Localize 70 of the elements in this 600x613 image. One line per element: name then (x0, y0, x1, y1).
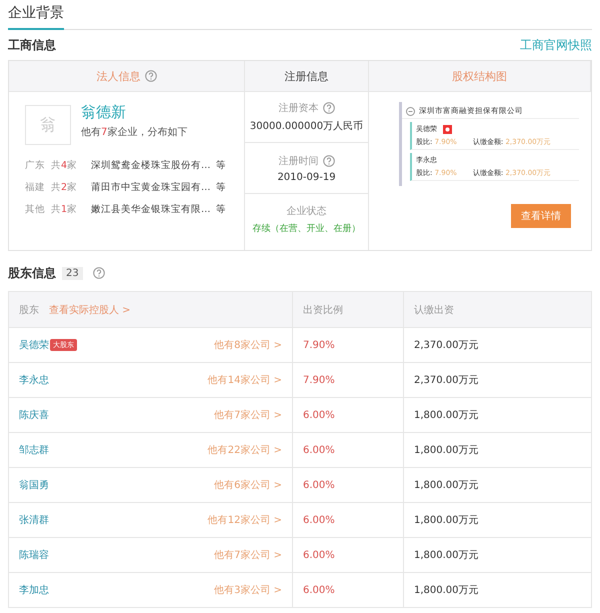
shareholder-link[interactable]: 陈庆喜 (19, 408, 49, 422)
company-link[interactable]: 莆田市中宝黄金珠宝园有… (91, 181, 208, 194)
companies-link[interactable]: 他有14家公司 > (208, 373, 282, 387)
section-title: 工商信息 (8, 36, 56, 54)
help-icon[interactable] (322, 102, 334, 114)
etc-label: 等 (216, 181, 226, 194)
shareholder-link[interactable]: 李永忠 (19, 373, 49, 387)
person-name[interactable]: 翁德新 (81, 103, 188, 122)
amount-cell: 1,800.00万元 (404, 502, 592, 538)
region-label: 广东 (25, 159, 46, 172)
etc-label: 等 (216, 203, 226, 216)
column-header: 股东 (19, 304, 39, 316)
amount-cell: 2,370.00万元 (404, 362, 592, 398)
column-header: 注册信息 (284, 68, 328, 84)
ratio-cell: 6.00% (292, 398, 404, 432)
shareholder-link[interactable]: 邹志群 (19, 443, 49, 457)
ratio-cell: 6.00% (292, 432, 404, 468)
company-link[interactable]: 深圳鸳鸯金楼珠宝股份有… (91, 159, 208, 172)
field-label: 注册资本 (278, 102, 318, 115)
field-value: 存续（在营、开业、在册） (252, 222, 360, 234)
count-badge: 23 (62, 266, 83, 280)
column-header[interactable]: 法人信息 (96, 68, 140, 84)
shareholder-link[interactable]: 张清群 (19, 513, 49, 527)
column-header: 认缴出资 (404, 292, 592, 328)
help-icon[interactable] (92, 267, 105, 279)
section-title: 股东信息 (8, 264, 56, 282)
companies-link[interactable]: 他有6家公司 > (214, 478, 282, 492)
shareholder-link[interactable]: 陈瑞容 (19, 548, 49, 562)
column-header[interactable]: 股权结构图 (452, 68, 507, 84)
shareholder-link[interactable]: 李加忠 (19, 583, 49, 597)
ratio-cell: 6.00% (292, 538, 404, 572)
controller-link[interactable]: 查看实际控股人 > (49, 304, 131, 316)
amount-cell: 1,800.00万元 (404, 432, 592, 468)
section-tab[interactable]: 企业背景 (8, 4, 64, 30)
region-label: 福建 (25, 181, 46, 194)
collapse-icon[interactable] (406, 106, 415, 116)
field-label: 注册时间 (278, 154, 318, 168)
companies-link[interactable]: 他有12家公司 > (208, 513, 282, 527)
amount-cell: 1,800.00万元 (404, 538, 592, 572)
ratio-cell: 6.00% (292, 468, 404, 502)
companies-link[interactable]: 他有8家公司 > (214, 338, 282, 352)
amount-cell: 1,800.00万元 (404, 572, 592, 608)
column-header: 出资比例 (292, 292, 404, 328)
region-count: 共2家 (51, 181, 78, 194)
companies-link[interactable]: 他有7家公司 > (214, 408, 282, 422)
amount-cell: 1,800.00万元 (404, 398, 592, 432)
summary-text: 他有7家企业，分布如下 (81, 126, 188, 139)
region-count: 共4家 (51, 159, 78, 172)
help-icon[interactable] (144, 70, 156, 82)
company-link[interactable]: 嫩江县美华金银珠宝有限… (91, 203, 208, 216)
view-details-button[interactable]: 查看详情 (511, 204, 571, 228)
shareholder-link[interactable]: 翁国勇 (19, 478, 49, 492)
ratio-cell: 7.90% (292, 328, 404, 362)
region-label: 其他 (25, 203, 46, 216)
field-value: 30000.000000万人民币 (250, 120, 364, 133)
help-icon[interactable] (322, 154, 334, 166)
snapshot-link[interactable]: 工商官网快照 (520, 36, 592, 54)
companies-link[interactable]: 他有7家公司 > (214, 548, 282, 562)
shareholder-link[interactable]: 吴德荣 (19, 338, 49, 352)
region-count: 共1家 (51, 203, 78, 216)
ratio-cell: 6.00% (292, 572, 404, 608)
field-label: 企业状态 (286, 204, 326, 218)
etc-label: 等 (216, 159, 226, 172)
ratio-cell: 7.90% (292, 362, 404, 398)
companies-link[interactable]: 他有22家公司 > (208, 443, 282, 457)
ratio-cell: 6.00% (292, 502, 404, 538)
field-value: 2010-09-19 (277, 172, 336, 182)
amount-cell: 1,800.00万元 (404, 468, 592, 502)
companies-link[interactable]: 他有3家公司 > (214, 583, 282, 597)
amount-cell: 2,370.00万元 (404, 328, 592, 362)
